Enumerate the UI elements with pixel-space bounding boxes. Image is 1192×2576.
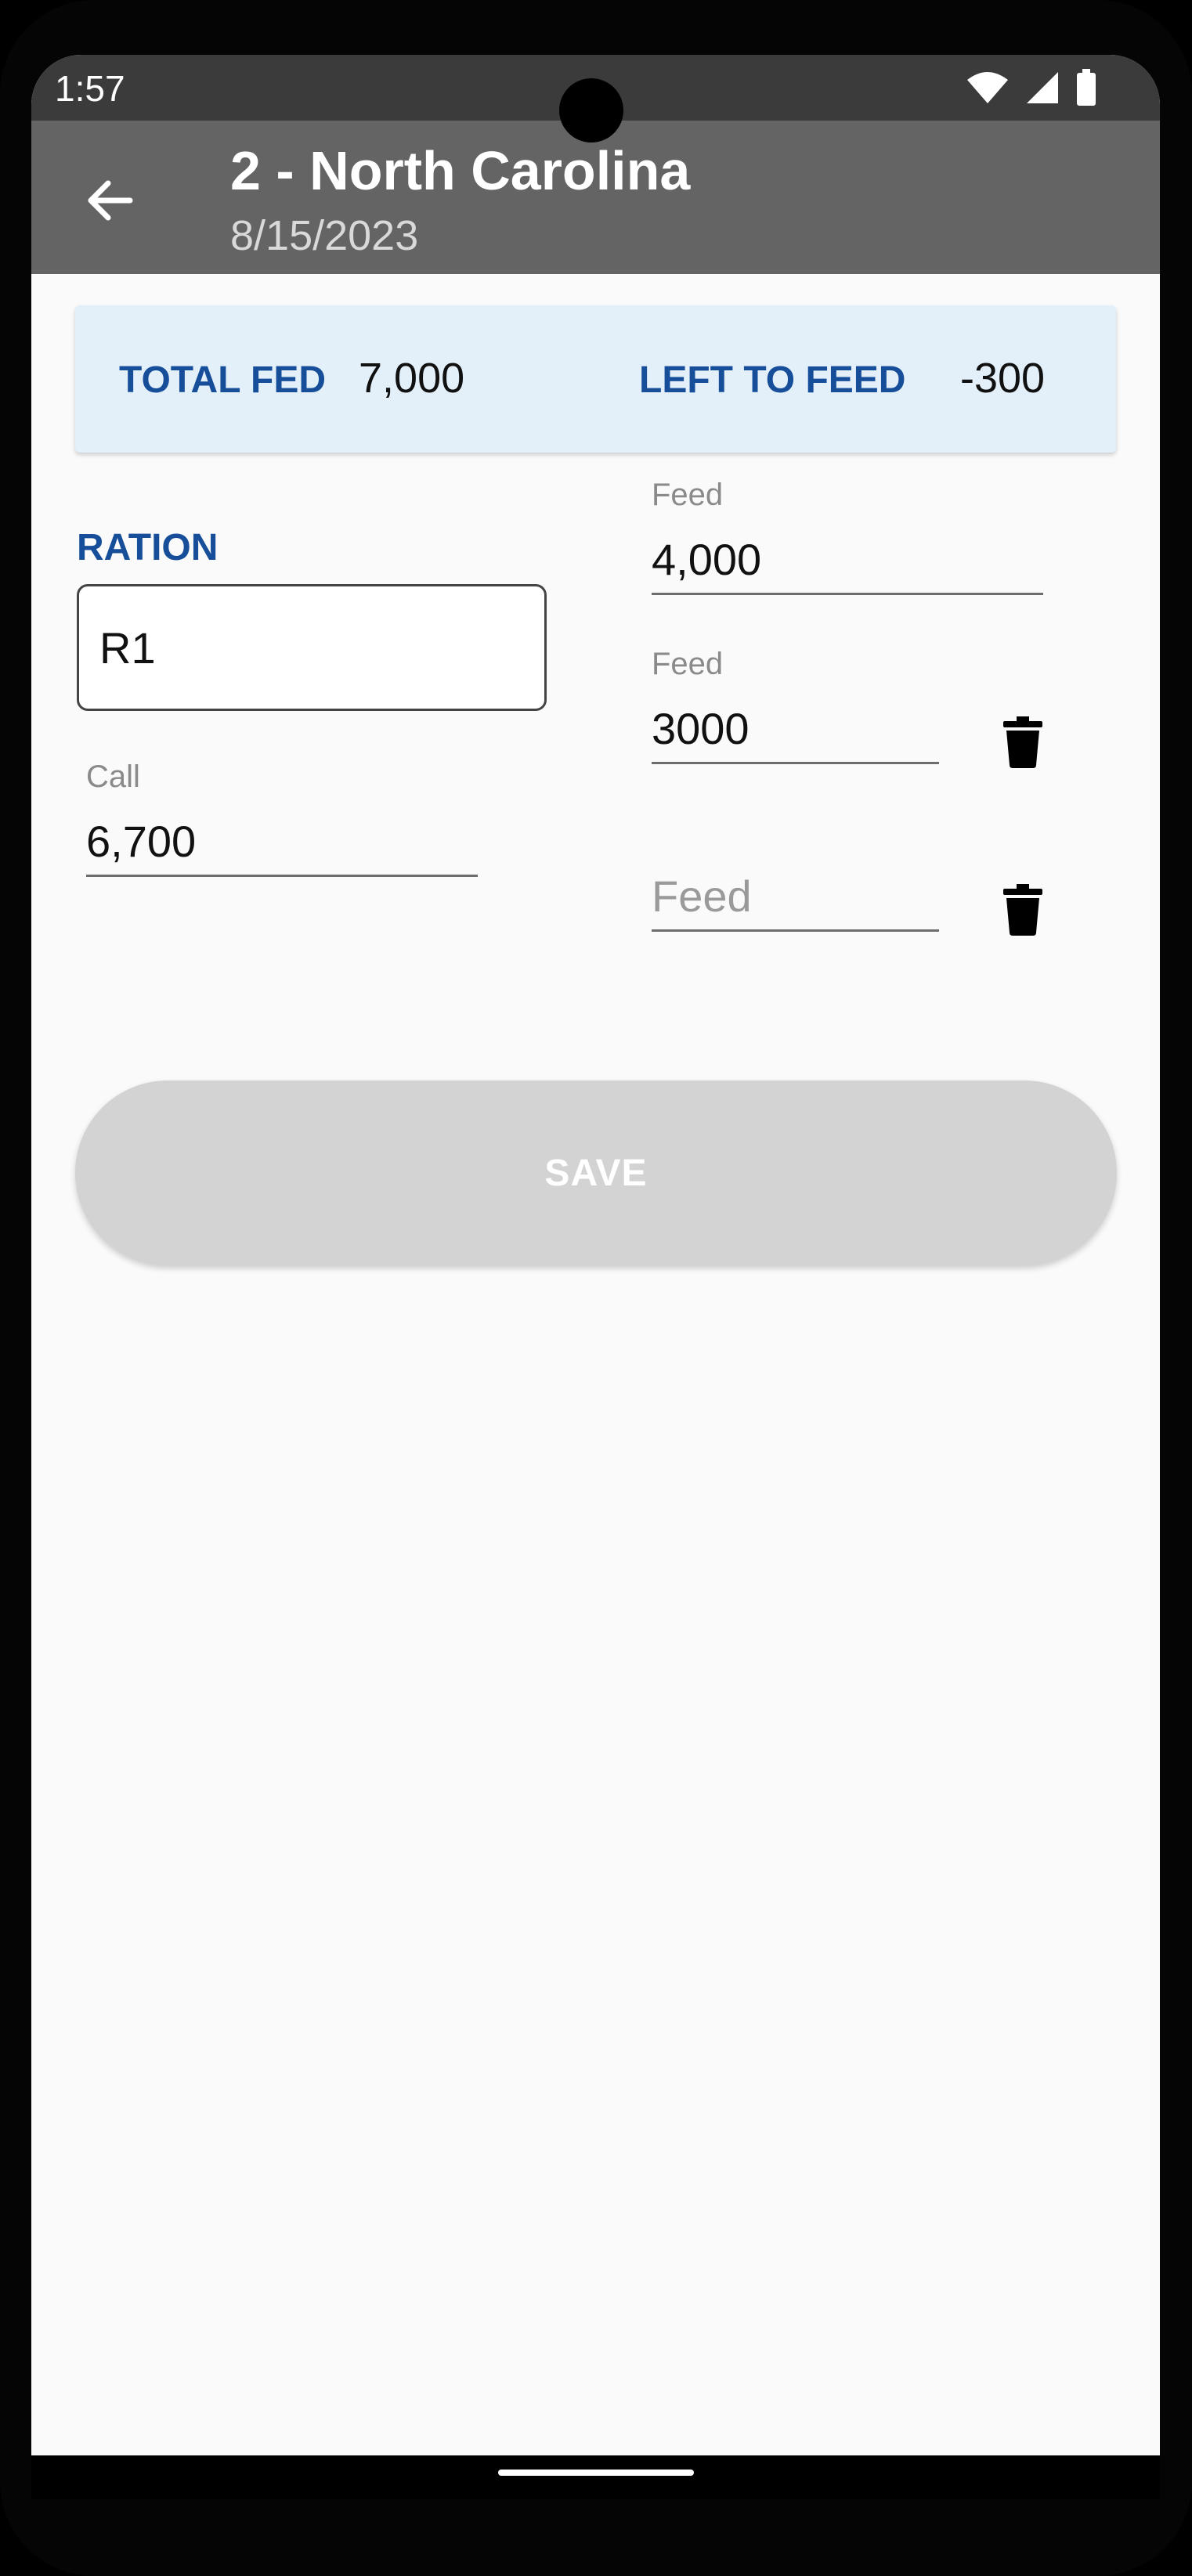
trash-icon <box>1003 716 1042 768</box>
delete-feed-3-button[interactable] <box>999 882 1046 938</box>
status-time: 1:57 <box>55 68 125 109</box>
ration-label: RATION <box>77 527 219 568</box>
screen: 1:57 2 - North Carolina 8/15/2023 TOTAL … <box>31 55 1160 2499</box>
status-icons <box>966 67 1097 108</box>
front-camera <box>559 78 623 143</box>
left-to-feed-value: -300 <box>960 355 1046 402</box>
home-gesture-handle[interactable] <box>498 2470 694 2476</box>
ration-input[interactable] <box>99 622 522 673</box>
delete-feed-2-button[interactable] <box>999 714 1046 770</box>
back-button[interactable] <box>78 169 141 232</box>
device-frame: 1:57 2 - North Carolina 8/15/2023 TOTAL … <box>0 0 1192 2576</box>
trash-icon <box>1003 884 1042 936</box>
feed-3-input[interactable] <box>652 871 939 932</box>
left-to-feed-label: LEFT TO FEED <box>639 359 906 401</box>
feed-1-input[interactable] <box>652 534 1043 595</box>
wifi-icon <box>967 72 1008 103</box>
ration-field[interactable] <box>77 584 547 711</box>
feed-2-label: Feed <box>652 647 724 681</box>
page-title: 2 - North Carolina <box>230 140 691 201</box>
save-button[interactable]: SAVE <box>75 1081 1117 1265</box>
arrow-left-icon <box>88 180 133 221</box>
navigation-bar <box>31 2455 1160 2499</box>
call-label: Call <box>86 759 140 794</box>
feed-1-label: Feed <box>652 478 724 512</box>
signal-icon <box>1027 72 1058 103</box>
total-fed-label: TOTAL FED <box>119 359 326 401</box>
page-date: 8/15/2023 <box>230 212 419 259</box>
app-bar: 2 - North Carolina 8/15/2023 <box>31 121 1160 274</box>
feed-summary-card: TOTAL FED 7,000 LEFT TO FEED -300 <box>75 305 1116 453</box>
call-input[interactable] <box>86 816 478 877</box>
total-fed-value: 7,000 <box>359 355 465 402</box>
battery-icon <box>1077 69 1096 106</box>
feed-2-input[interactable] <box>652 703 939 764</box>
